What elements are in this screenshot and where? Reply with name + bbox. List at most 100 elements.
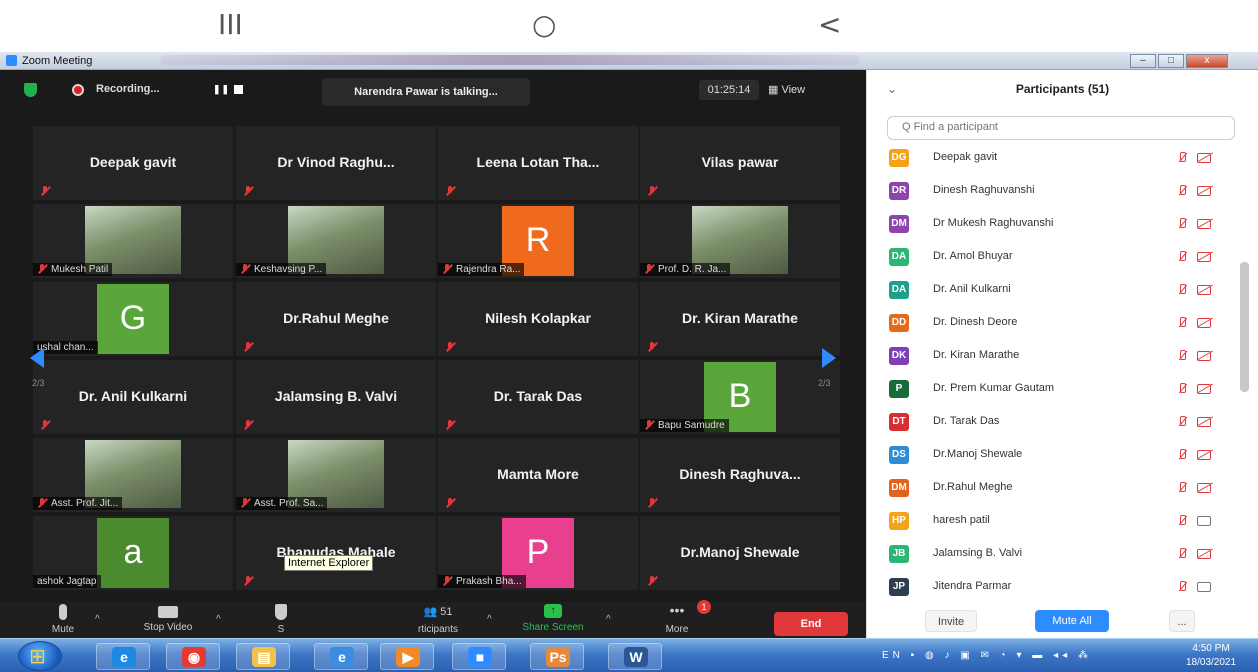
taskbar-edge-button[interactable]: e <box>96 643 150 670</box>
home-button[interactable]: ○ <box>532 8 556 41</box>
video-tile[interactable]: Asst. Prof. Jit... <box>33 438 233 512</box>
video-tile[interactable]: P Prakash Bha... <box>438 516 638 590</box>
taskbar-clock[interactable]: 4:50 PM 18/03/2021 <box>1186 642 1236 670</box>
participant-row[interactable]: JB Jalamsing B. Valvi <box>867 538 1239 571</box>
camera-off-icon[interactable] <box>1197 219 1211 229</box>
pause-recording-icon[interactable]: ❚❚ <box>213 84 230 95</box>
muted-mic-icon[interactable] <box>1177 317 1187 329</box>
video-tile[interactable]: R Rajendra Ra... <box>438 204 638 278</box>
video-tile[interactable]: Vilas pawar <box>640 126 840 200</box>
maximize-button[interactable]: □ <box>1158 54 1184 68</box>
video-tile[interactable]: Dinesh Raghuva... <box>640 438 840 512</box>
end-meeting-button[interactable]: End <box>774 612 848 636</box>
camera-off-icon[interactable] <box>1197 285 1211 295</box>
taskbar-photoshop-button[interactable]: Ps <box>530 643 584 670</box>
share-options-caret[interactable]: ^ <box>606 614 611 625</box>
camera-icon[interactable] <box>1197 516 1211 526</box>
participant-row[interactable]: DR Dinesh Raghuvanshi <box>867 175 1239 208</box>
camera-off-icon[interactable] <box>1197 417 1211 427</box>
prev-page-arrow-icon[interactable] <box>30 348 44 368</box>
video-tile[interactable]: B Bapu Samudre <box>640 360 840 434</box>
video-tile[interactable]: Dr Vinod Raghu... <box>236 126 436 200</box>
participant-row[interactable]: DA Dr. Amol Bhuyar <box>867 241 1239 274</box>
muted-mic-icon[interactable] <box>1177 449 1187 461</box>
participant-row[interactable]: HP haresh patil <box>867 505 1239 538</box>
video-tile[interactable]: Dr.Manoj Shewale <box>640 516 840 590</box>
participant-row[interactable]: P Dr. Prem Kumar Gautam <box>867 373 1239 406</box>
invite-button[interactable]: Invite <box>925 610 977 632</box>
camera-off-icon[interactable] <box>1197 318 1211 328</box>
mute-all-button[interactable]: Mute All <box>1035 610 1109 632</box>
video-tile[interactable]: Mukesh Patil <box>33 204 233 278</box>
start-button-icon[interactable] <box>18 641 62 671</box>
camera-off-icon[interactable] <box>1197 153 1211 163</box>
next-page-arrow-icon[interactable] <box>822 348 836 368</box>
taskbar-explorer-button[interactable]: ▤ <box>236 643 290 670</box>
video-tile[interactable]: Dr. Kiran Marathe <box>640 282 840 356</box>
taskbar-chrome-button[interactable]: ◉ <box>166 643 220 670</box>
participant-row[interactable]: JP Jitendra Parmar <box>867 571 1239 604</box>
muted-mic-icon[interactable] <box>1177 350 1187 362</box>
muted-mic-icon[interactable] <box>1177 152 1187 164</box>
video-tile[interactable]: Keshavsing P... <box>236 204 436 278</box>
participant-row[interactable]: DM Dr Mukesh Raghuvanshi <box>867 208 1239 241</box>
muted-mic-icon[interactable] <box>1177 482 1187 494</box>
video-tile[interactable]: Dr. Anil Kulkarni <box>33 360 233 434</box>
muted-mic-icon[interactable] <box>1177 251 1187 263</box>
video-tile[interactable]: Gushal chan... <box>33 282 233 356</box>
participant-row[interactable]: DS Dr.Manoj Shewale <box>867 439 1239 472</box>
security-shield-icon[interactable] <box>24 83 37 97</box>
camera-off-icon[interactable] <box>1197 483 1211 493</box>
video-tile[interactable]: Nilesh Kolapkar <box>438 282 638 356</box>
participant-row[interactable]: DK Dr. Kiran Marathe <box>867 340 1239 373</box>
back-button[interactable]: < <box>818 8 841 41</box>
camera-off-icon[interactable] <box>1197 549 1211 559</box>
taskbar-media-button[interactable]: ▶ <box>380 643 434 670</box>
more-button[interactable]: ••• More <box>659 602 695 635</box>
camera-off-icon[interactable] <box>1197 351 1211 361</box>
muted-mic-icon[interactable] <box>1177 185 1187 197</box>
taskbar-ie-button[interactable]: e <box>314 643 368 670</box>
participant-row[interactable]: DA Dr. Anil Kulkarni <box>867 274 1239 307</box>
video-tile[interactable]: Prof. D. R. Ja... <box>640 204 840 278</box>
stop-recording-icon[interactable] <box>234 85 243 94</box>
video-tile[interactable]: Deepak gavit <box>33 126 233 200</box>
audio-options-caret[interactable]: ^ <box>95 614 100 625</box>
camera-off-icon[interactable] <box>1197 252 1211 262</box>
muted-mic-icon[interactable] <box>1177 548 1187 560</box>
minimize-button[interactable]: – <box>1130 54 1156 68</box>
participant-row[interactable]: DD Dr. Dinesh Deore <box>867 307 1239 340</box>
muted-mic-icon[interactable] <box>1177 218 1187 230</box>
participants-scrollbar[interactable] <box>1240 262 1249 392</box>
video-tile[interactable]: Bhanudas Mahale <box>236 516 436 590</box>
video-tile[interactable]: Dr.Rahul Meghe <box>236 282 436 356</box>
language-indicator[interactable]: EN <box>882 650 904 661</box>
participants-button[interactable]: 👥 51 rticipants <box>405 602 471 635</box>
security-button[interactable]: S <box>270 602 292 635</box>
view-button[interactable]: ▦ View <box>768 83 805 96</box>
video-tile[interactable]: Leena Lotan Tha... <box>438 126 638 200</box>
camera-icon[interactable] <box>1197 582 1211 592</box>
camera-off-icon[interactable] <box>1197 450 1211 460</box>
video-tile[interactable]: Dr. Tarak Das <box>438 360 638 434</box>
muted-mic-icon[interactable] <box>1177 383 1187 395</box>
video-tile[interactable]: Asst. Prof. Sa... <box>236 438 436 512</box>
close-button[interactable]: x <box>1186 54 1228 68</box>
camera-off-icon[interactable] <box>1197 384 1211 394</box>
video-tile[interactable]: Jalamsing B. Valvi <box>236 360 436 434</box>
taskbar-zoom-button[interactable]: ■ <box>452 643 506 670</box>
participant-row[interactable]: DT Dr. Tarak Das <box>867 406 1239 439</box>
muted-mic-icon[interactable] <box>1177 515 1187 527</box>
camera-off-icon[interactable] <box>1197 186 1211 196</box>
taskbar-word-button[interactable]: W <box>608 643 662 670</box>
participants-caret[interactable]: ^ <box>487 614 492 625</box>
video-options-caret[interactable]: ^ <box>216 614 221 625</box>
recents-button[interactable]: III <box>218 8 243 41</box>
muted-mic-icon[interactable] <box>1177 581 1187 593</box>
video-tile[interactable]: a ashok Jagtap <box>33 516 233 590</box>
muted-mic-icon[interactable] <box>1177 284 1187 296</box>
find-participant-input[interactable]: Q Find a participant <box>887 116 1235 140</box>
participant-row[interactable]: DM Dr.Rahul Meghe <box>867 472 1239 505</box>
mute-button[interactable]: Mute <box>46 602 80 635</box>
stop-video-button[interactable]: Stop Video <box>132 602 204 633</box>
